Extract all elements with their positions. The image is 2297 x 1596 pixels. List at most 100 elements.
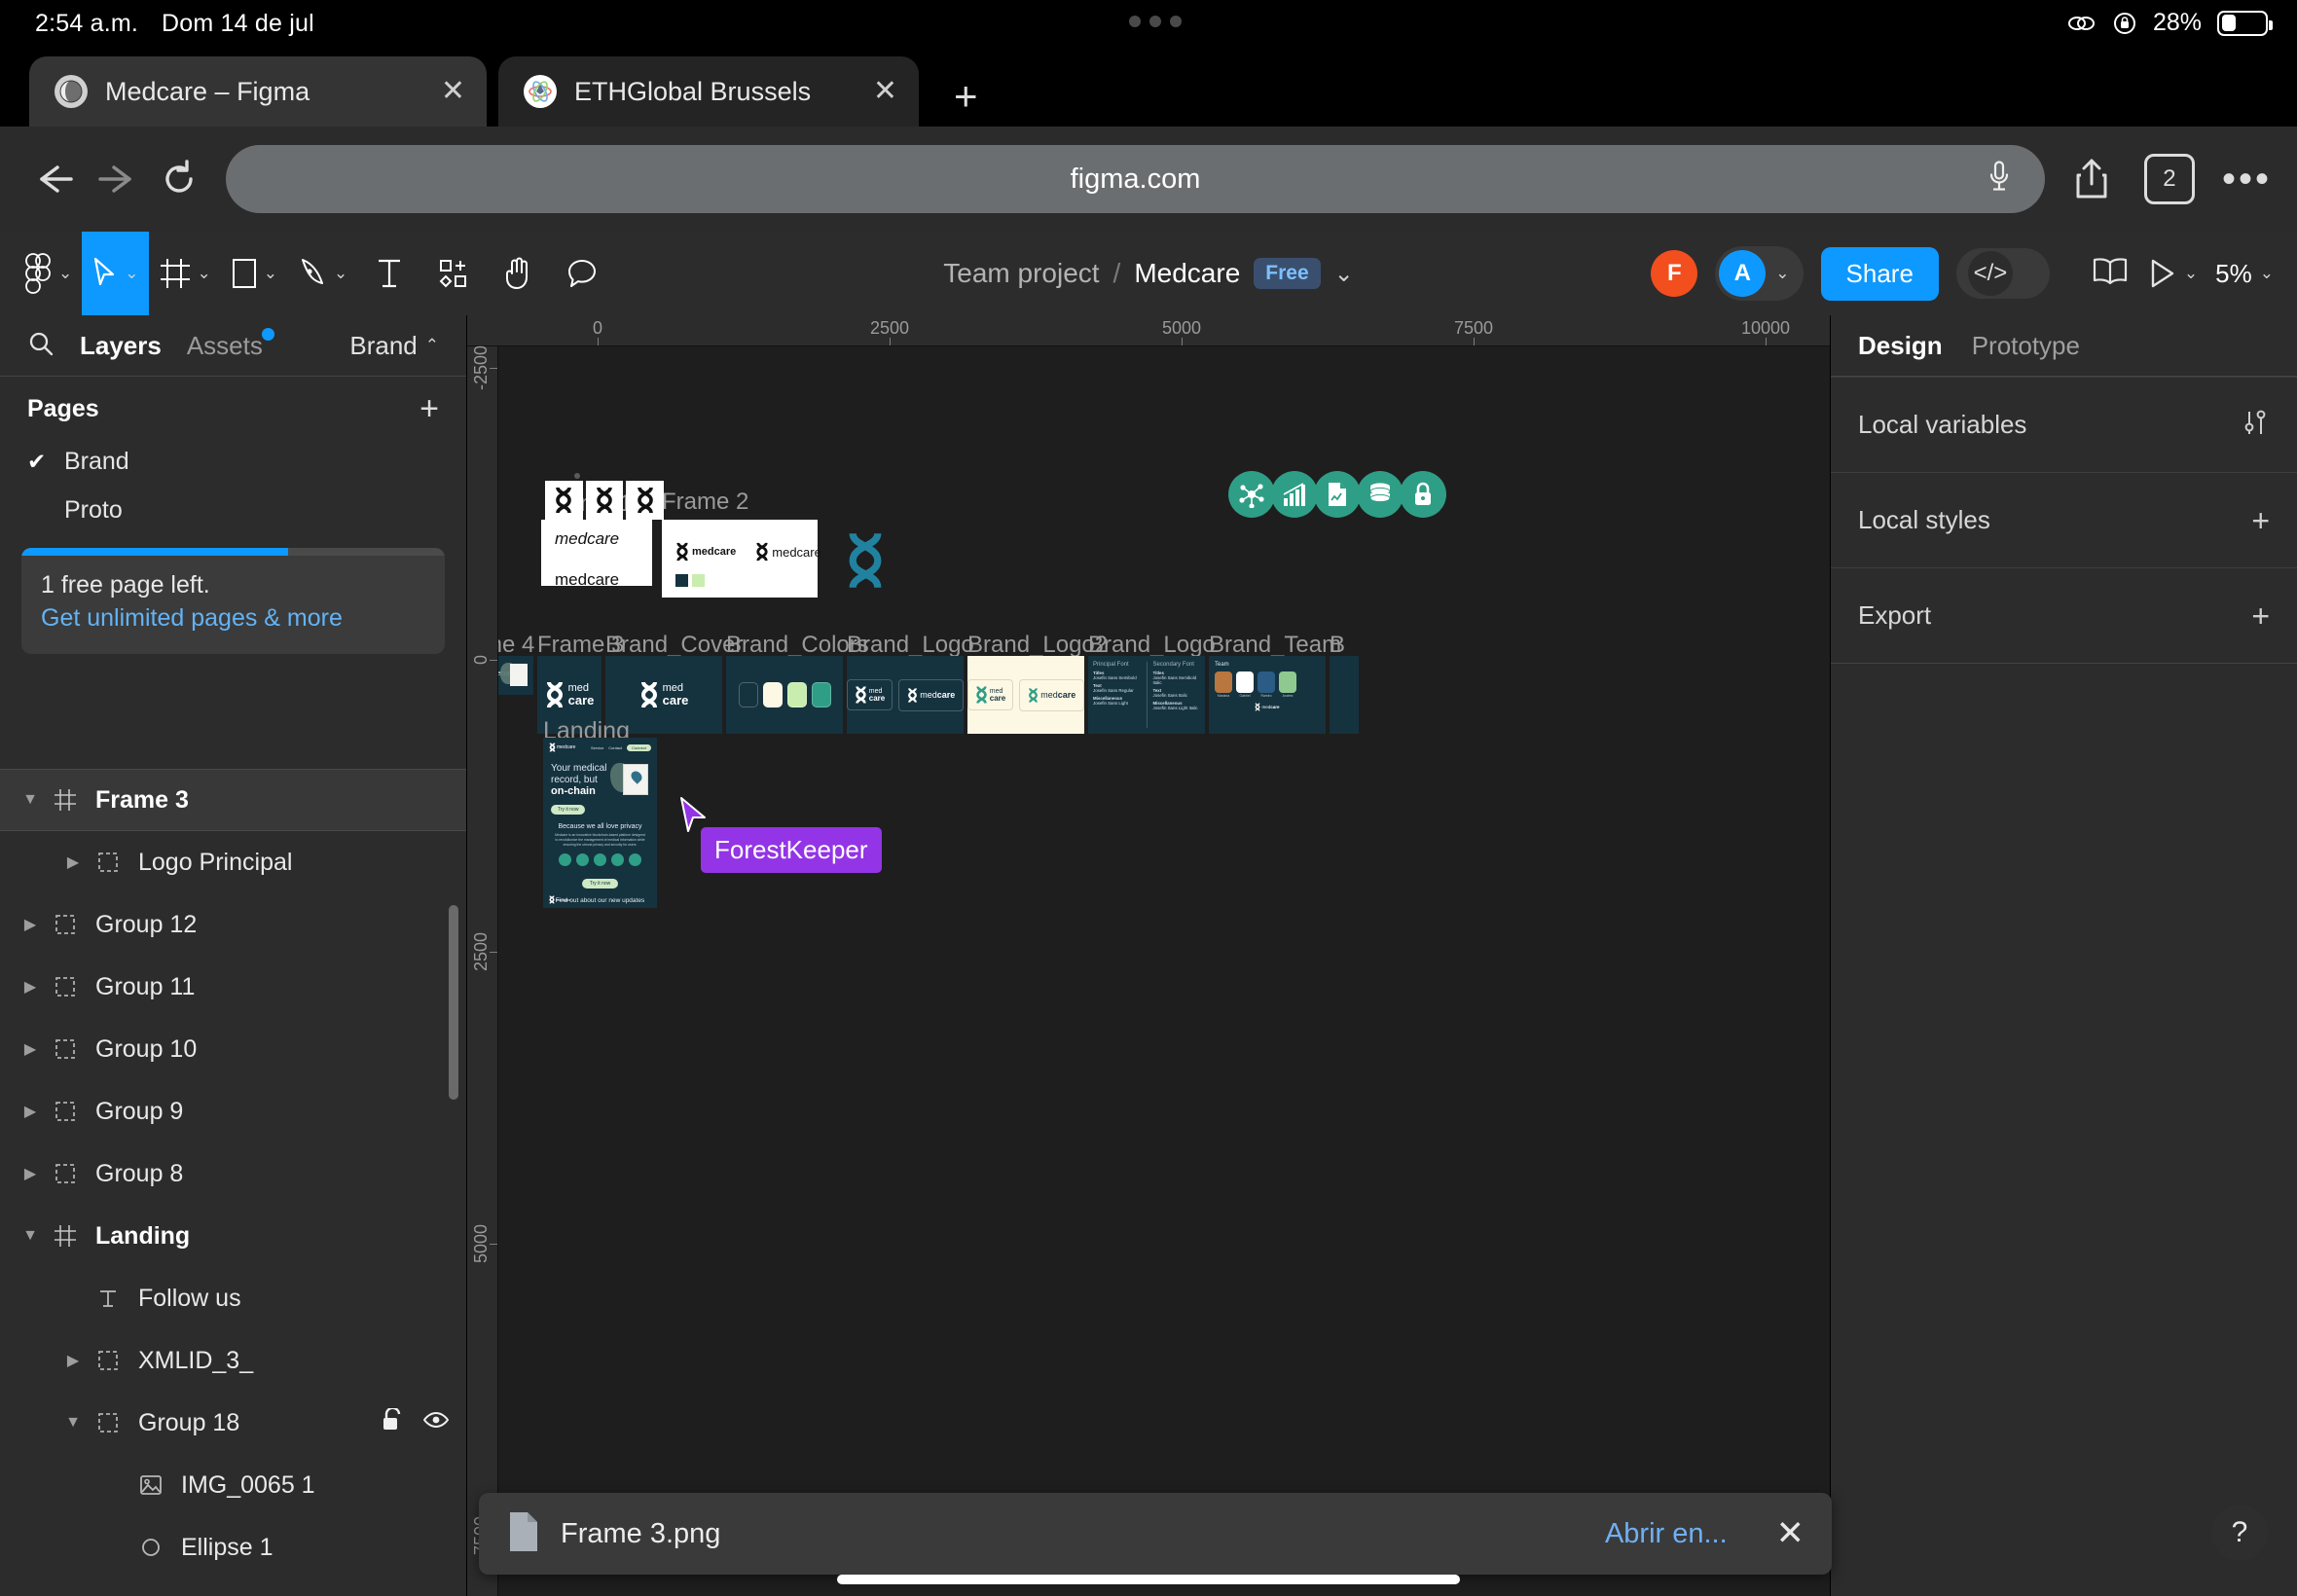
frame-label-brand-logo2[interactable]: Brand_Logo2 <box>967 632 1108 659</box>
layer-row-img-0065-1[interactable]: IMG_0065 1 <box>0 1454 466 1516</box>
layer-row-xmlid-3-[interactable]: ▶ XMLID_3_ <box>0 1329 466 1392</box>
disclosure-triangle[interactable]: ▶ <box>16 1164 45 1183</box>
text-tool[interactable] <box>357 232 421 315</box>
layer-row-group-17[interactable]: ▶Group 17 <box>0 1578 466 1596</box>
search-icon[interactable] <box>27 330 55 362</box>
frame1-body[interactable]: medcare medcare <box>541 520 652 589</box>
sliders-icon[interactable] <box>2241 408 2270 442</box>
present-button[interactable]: ⌄ <box>2147 258 2198 289</box>
frame-label-brand-cover[interactable]: Brand_Cover <box>605 632 743 659</box>
frame-label-b[interactable]: B <box>1330 632 1345 659</box>
share-icon[interactable] <box>2060 148 2123 210</box>
address-bar[interactable]: figma.com <box>226 145 2045 213</box>
zoom-control[interactable]: 5% ⌄ <box>2215 259 2274 289</box>
share-button[interactable]: Share <box>1820 246 1939 301</box>
add-style-button[interactable]: + <box>2251 505 2270 536</box>
frame2-body[interactable]: medcare medcare <box>662 520 821 598</box>
help-button[interactable]: ? <box>2211 1505 2268 1561</box>
layer-row-group-8[interactable]: ▶ Group 8 <box>0 1143 466 1205</box>
layers-list[interactable]: ▼ Frame 3 ▶ Logo Principal ▶ Group 12 ▶ Group 1… <box>0 769 466 1596</box>
dev-mode-toggle[interactable]: </> <box>1955 248 2050 299</box>
landing-frame[interactable]: medcare Service Contact Connect Your med… <box>543 738 657 908</box>
disclosure-triangle[interactable]: ▶ <box>16 915 45 934</box>
frame-tool[interactable]: ⌄ <box>149 232 221 315</box>
disclosure-triangle[interactable]: ▼ <box>58 1414 88 1432</box>
disclosure-triangle[interactable]: ▶ <box>16 1102 45 1121</box>
reload-button[interactable] <box>148 148 210 210</box>
section-export[interactable]: Export + <box>1831 567 2297 663</box>
frame-label-brand-team[interactable]: Brand_Team <box>1209 632 1341 659</box>
add-export-button[interactable]: + <box>2251 600 2270 632</box>
canvas-frame-7[interactable]: Team Mariana Gabriel Ramiro Andres medcare <box>1209 656 1326 734</box>
tab-design[interactable]: Design <box>1858 331 1943 361</box>
layer-row-frame-3[interactable]: ▼ Frame 3 <box>0 769 466 831</box>
close-icon[interactable]: ✕ <box>441 77 465 106</box>
promo-link[interactable]: Get unlimited pages & more <box>41 604 425 633</box>
layer-row-follow-us[interactable]: Follow us <box>0 1267 466 1329</box>
page-selector[interactable]: Brand ⌃ <box>349 331 439 361</box>
open-in-button[interactable]: Abrir en... <box>1605 1518 1728 1550</box>
layer-row-ellipse-1[interactable]: Ellipse 1 <box>0 1516 466 1578</box>
hand-tool[interactable] <box>486 232 550 315</box>
canvas-viewport[interactable]: Frame 1 medcare medcare Frame 2 <box>498 346 1830 1596</box>
close-icon[interactable]: ✕ <box>1776 1514 1805 1553</box>
back-button[interactable] <box>23 148 86 210</box>
avatar-f[interactable]: F <box>1651 250 1698 297</box>
disclosure-triangle[interactable]: ▼ <box>16 791 45 809</box>
forward-button[interactable] <box>86 148 148 210</box>
disclosure-triangle[interactable]: ▶ <box>16 977 45 997</box>
tab-prototype[interactable]: Prototype <box>1972 331 2080 361</box>
new-tab-button[interactable]: + <box>954 76 978 117</box>
add-page-button[interactable]: + <box>419 392 439 425</box>
page-item-brand[interactable]: ✔ Brand <box>0 441 466 482</box>
canvas[interactable]: 02500500075001000012500 -250002500500075… <box>467 315 1830 1596</box>
browser-tab-0[interactable]: Medcare – Figma ✕ <box>29 56 487 127</box>
frame-label-brand-logo[interactable]: Brand_Logo <box>1088 632 1216 659</box>
upgrade-promo[interactable]: 1 free page left. Get unlimited pages & … <box>21 548 445 654</box>
canvas-frame-4[interactable]: med care medcare <box>846 656 965 734</box>
microphone-icon[interactable] <box>1987 160 2012 200</box>
canvas-frame-6[interactable]: Principal Font Titles Josefin Sans Semibol… <box>1088 656 1205 734</box>
tab-layers[interactable]: Layers <box>80 331 162 361</box>
close-icon[interactable]: ✕ <box>873 77 897 106</box>
disclosure-triangle[interactable]: ▶ <box>58 852 88 872</box>
avatar-group[interactable]: A ⌄ <box>1715 246 1804 301</box>
canvas-frame-0[interactable]: medcareYour medical record,but on-chain <box>498 656 533 695</box>
landing-section2-cta[interactable]: Try it now <box>581 879 619 889</box>
more-options-button[interactable]: ••• <box>2222 160 2272 199</box>
unlock-icon[interactable] <box>381 1406 402 1438</box>
layer-row-group-10[interactable]: ▶ Group 10 <box>0 1018 466 1080</box>
disclosure-triangle[interactable]: ▼ <box>16 1227 45 1245</box>
tab-count-button[interactable]: 2 <box>2143 154 2195 204</box>
layer-row-group-12[interactable]: ▶ Group 12 <box>0 893 466 956</box>
layer-actions[interactable] <box>381 1406 450 1438</box>
frame-label-brand-logo[interactable]: Brand_Logo <box>847 632 974 659</box>
chevron-down-icon[interactable]: ⌄ <box>1334 260 1354 288</box>
frame-label-frame-4[interactable]: Frame 4 <box>498 632 534 659</box>
breadcrumb-file[interactable]: Medcare <box>1134 258 1240 289</box>
section-local-styles[interactable]: Local styles + <box>1831 472 2297 567</box>
comment-tool[interactable] <box>550 232 614 315</box>
pen-tool[interactable]: ⌄ <box>287 232 357 315</box>
layer-row-group-9[interactable]: ▶ Group 9 <box>0 1080 466 1143</box>
tab-assets[interactable]: Assets <box>187 327 274 361</box>
canvas-frame-3[interactable] <box>726 656 843 734</box>
shape-tool[interactable]: ⌄ <box>221 232 287 315</box>
landing-nav-cta[interactable]: Connect <box>627 744 651 751</box>
page-item-proto[interactable]: Proto <box>0 490 466 530</box>
landing-nav-1[interactable]: Contact <box>608 745 622 750</box>
library-icon[interactable] <box>2091 256 2130 292</box>
window-dots[interactable] <box>1129 16 1182 27</box>
canvas-frame-5[interactable]: med care medcare <box>966 656 1085 734</box>
canvas-frame-8[interactable] <box>1330 656 1359 734</box>
figma-menu-button[interactable]: ⌄ <box>14 232 82 315</box>
home-indicator[interactable] <box>837 1575 1460 1584</box>
browser-tab-1[interactable]: ETHGlobal Brussels ✕ <box>498 56 919 127</box>
disclosure-triangle[interactable]: ▶ <box>16 1039 45 1059</box>
layer-row-logo-principal[interactable]: ▶ Logo Principal <box>0 831 466 893</box>
frame-label-frame2[interactable]: Frame 2 <box>662 489 748 516</box>
resources-tool[interactable] <box>421 232 486 315</box>
eye-icon[interactable] <box>422 1408 450 1438</box>
breadcrumb-team[interactable]: Team project <box>943 258 1099 289</box>
brand-dna-mark[interactable] <box>839 529 892 597</box>
